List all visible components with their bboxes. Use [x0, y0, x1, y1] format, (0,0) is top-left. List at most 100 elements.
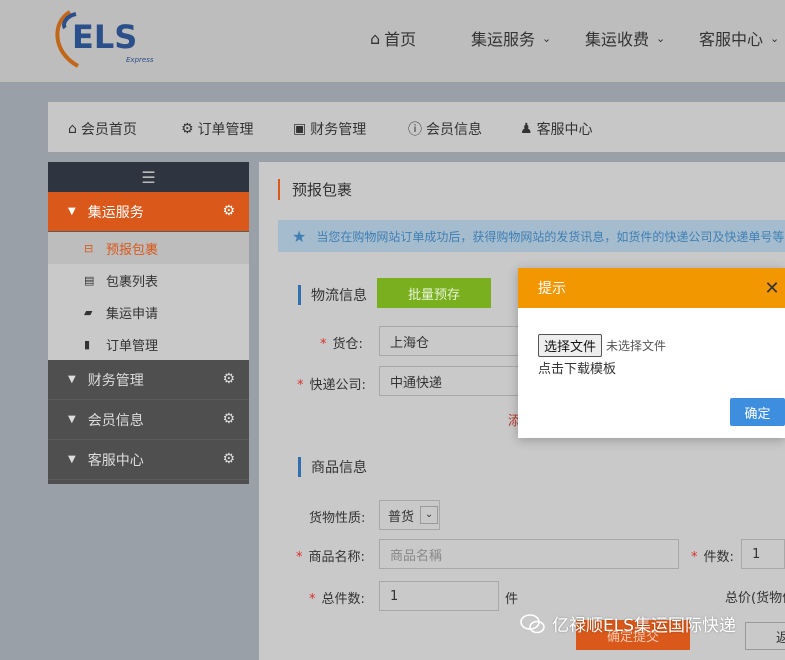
- sidebar-group-customer-service[interactable]: ▼ 客服中心 ⚙: [48, 440, 249, 480]
- sidebar-item-label: 订单管理: [106, 338, 159, 354]
- sidebar-group-member-info[interactable]: ▼ 会员信息 ⚙: [48, 400, 249, 440]
- nav-home[interactable]: ⌂ 首页: [370, 26, 416, 50]
- nav-customer-service[interactable]: 客服中心 ⌄: [699, 26, 779, 50]
- sidebar-group-label: 客服中心: [87, 452, 144, 469]
- nav-shipping-fees-label: 集运收费: [585, 30, 650, 49]
- dialog-header: 提示 ✕: [518, 268, 785, 308]
- subnav-member-home[interactable]: ⌂ 会员首页: [68, 119, 137, 139]
- sidebar-group-finance[interactable]: ▼ 财务管理 ⚙: [48, 360, 249, 400]
- home-icon: ⌂: [68, 121, 77, 137]
- truck-icon: ▰: [84, 305, 93, 319]
- caret-down-icon: ▼: [68, 414, 76, 425]
- warehouse-label-text: 货仓:: [332, 337, 363, 352]
- nature-select[interactable]: 普货 ⌄: [379, 500, 440, 530]
- product-name-input[interactable]: 商品名稱: [379, 539, 679, 569]
- product-name-label-text: 商品名称:: [308, 550, 365, 565]
- file-upload-row: 选择文件 未选择文件: [538, 334, 666, 357]
- nav-home-label: 首页: [384, 30, 417, 49]
- subnav-customer-service[interactable]: ♟ 客服中心: [520, 119, 593, 139]
- file-status: 未选择文件: [606, 339, 667, 353]
- dialog-title: 提示: [538, 281, 566, 297]
- gear-icon: ⚙: [181, 121, 194, 137]
- chevron-down-icon: ⌄: [420, 506, 439, 524]
- back-button[interactable]: 返: [745, 622, 785, 650]
- book-icon: ▮: [84, 337, 91, 351]
- nav-shipping-service-label: 集运服务: [471, 30, 536, 49]
- quantity-label: * 件数:: [691, 550, 734, 565]
- warehouse-select[interactable]: 上海仓: [379, 326, 519, 356]
- watermark-text: 亿禄顺ELS集运国际快递: [552, 616, 737, 636]
- caret-down-icon: ▼: [68, 206, 76, 217]
- sidebar-item-label: 预报包裹: [106, 242, 159, 258]
- notice-text: 当您在购物网站订单成功后，获得购物网站的发货讯息，如货件的快递公司及快递单号等: [316, 229, 785, 244]
- product-name-label: * 商品名称:: [296, 550, 365, 565]
- gear-icon: ⚙: [222, 203, 235, 219]
- goods-section-title: 商品信息: [298, 457, 367, 477]
- subnav-label: 订单管理: [197, 122, 254, 138]
- courier-select[interactable]: 中通快递: [379, 366, 519, 396]
- nav-shipping-service[interactable]: 集运服务 ⌄: [471, 26, 551, 50]
- inbox-icon: ⊟: [84, 241, 94, 255]
- menu-toggle[interactable]: ☰: [48, 162, 249, 192]
- quantity-input[interactable]: 1: [741, 539, 785, 569]
- subnav-label: 会员首页: [80, 122, 137, 138]
- gear-icon: ⚙: [222, 371, 235, 387]
- total-count-label-text: 总件数:: [321, 592, 365, 607]
- chevron-down-icon: ⌄: [542, 31, 552, 45]
- courier-label: * 快递公司:: [297, 378, 366, 393]
- logo-sub: Express: [126, 56, 154, 64]
- download-template-link[interactable]: 点击下载模板: [538, 358, 616, 377]
- quantity-label-text: 件数:: [703, 550, 734, 565]
- chevron-down-icon: ⌄: [770, 31, 780, 45]
- wechat-icon: [520, 613, 545, 633]
- sidebar-item-package-list[interactable]: ▤ 包裹列表: [48, 264, 249, 296]
- els-logo[interactable]: ELS Express: [48, 4, 163, 74]
- unit-label: 件: [505, 592, 519, 607]
- total-count-input[interactable]: 1: [379, 581, 499, 611]
- top-header: ELS Express ⌂ 首页 集运服务 ⌄ 集运收费 ⌄ 客服中心 ⌄: [0, 0, 785, 82]
- sidebar-item-forecast-package[interactable]: ⊟ 预报包裹: [48, 232, 249, 264]
- caret-down-icon: ▼: [68, 374, 76, 385]
- gear-icon: ⚙: [222, 411, 235, 427]
- wechat-watermark: 亿禄顺ELS集运国际快递: [520, 611, 736, 636]
- subnav-label: 会员信息: [426, 122, 482, 138]
- sidebar-item-shipping-apply[interactable]: ▰ 集运申请: [48, 296, 249, 328]
- sidebar-item-label: 集运申请: [106, 306, 159, 322]
- chevron-down-icon: ⌄: [656, 31, 666, 45]
- sidebar-item-label: 包裹列表: [106, 274, 159, 290]
- sidebar: ☰ ▼ 集运服务 ⚙ ⊟ 预报包裹 ▤ 包裹列表 ▰ 集运申请 ▮ 订单管理 ▼…: [48, 162, 249, 484]
- star-icon: ★: [292, 226, 307, 246]
- money-icon: ▣: [293, 121, 307, 137]
- sidebar-group-shipping-service[interactable]: ▼ 集运服务 ⚙: [48, 192, 249, 232]
- nav-shipping-fees[interactable]: 集运收费 ⌄: [585, 26, 665, 50]
- menu-icon: ☰: [141, 167, 156, 187]
- sidebar-submenu: ⊟ 预报包裹 ▤ 包裹列表 ▰ 集运申请 ▮ 订单管理: [48, 232, 249, 360]
- sidebar-group-label: 财务管理: [87, 372, 144, 389]
- page-title: 预报包裹: [278, 179, 352, 200]
- home-icon: ⌂: [370, 28, 381, 48]
- subnav-label: 财务管理: [310, 122, 367, 138]
- user-icon: ♟: [520, 121, 533, 137]
- warehouse-label: * 货仓:: [320, 337, 363, 352]
- caret-down-icon: ▼: [68, 454, 76, 465]
- total-price-label: 总价(货物价: [725, 591, 785, 606]
- sidebar-group-label: 集运服务: [87, 204, 144, 221]
- info-icon: ⓘ: [408, 122, 422, 138]
- subnav-label: 客服中心: [536, 122, 593, 138]
- sidebar-item-order-management[interactable]: ▮ 订单管理: [48, 328, 249, 360]
- subnav-finance[interactable]: ▣ 财务管理: [293, 119, 366, 139]
- logo-text: ELS: [72, 18, 137, 56]
- nature-label: 货物性质:: [309, 511, 366, 526]
- subnav-orders[interactable]: ⚙ 订单管理: [181, 119, 254, 139]
- subnav-member-info[interactable]: ⓘ 会员信息: [408, 119, 482, 139]
- choose-file-button[interactable]: 选择文件: [538, 334, 603, 357]
- batch-prestore-button[interactable]: 批量预存: [377, 278, 491, 308]
- dialog-ok-button[interactable]: 确定: [730, 398, 785, 426]
- logistics-section-title: 物流信息: [298, 285, 367, 305]
- prompt-dialog: 提示 ✕ 选择文件 未选择文件 点击下载模板 确定: [518, 268, 785, 438]
- total-count-label: * 总件数:: [309, 592, 365, 607]
- close-icon[interactable]: ✕: [761, 278, 783, 299]
- nature-value: 普货: [388, 509, 415, 525]
- nav-customer-service-label: 客服中心: [699, 30, 764, 49]
- list-icon: ▤: [84, 273, 95, 287]
